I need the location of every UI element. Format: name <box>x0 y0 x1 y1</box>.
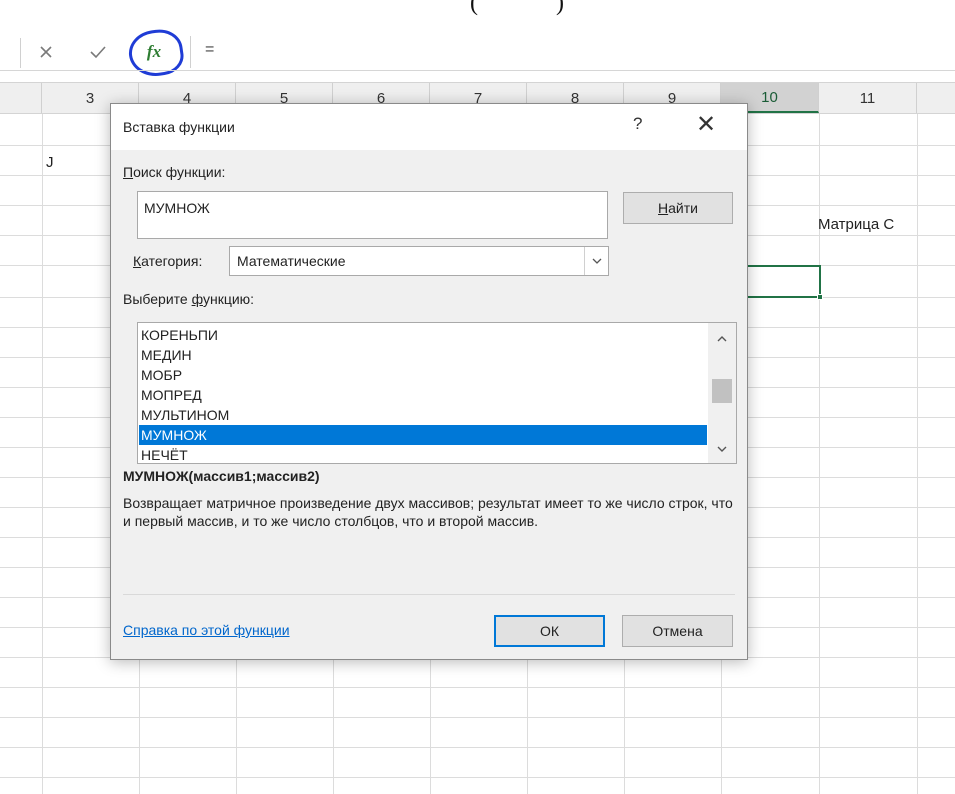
row-header-corner[interactable] <box>0 83 42 113</box>
chevron-down-icon[interactable] <box>584 247 608 275</box>
function-help-link[interactable]: Справка по этой функции <box>123 622 290 638</box>
function-list[interactable]: КОРЕНЬПИ МЕДИН МОБР МОПРЕД МУЛЬТИНОМ МУМ… <box>137 322 737 464</box>
formula-bar-border <box>0 70 955 71</box>
list-item[interactable]: МУЛЬТИНОМ <box>139 405 707 425</box>
list-scrollbar[interactable] <box>708 323 736 463</box>
category-select-value: Математические <box>237 253 346 269</box>
select-label-accel: ф <box>191 291 203 307</box>
category-label-accel: К <box>133 253 142 269</box>
grid-line <box>0 777 955 778</box>
fill-handle[interactable] <box>817 294 823 300</box>
formula-bar-separator <box>20 38 21 68</box>
chevron-down-icon[interactable] <box>708 437 736 461</box>
close-button[interactable]: ✕ <box>696 110 716 139</box>
list-item-selected[interactable]: МУМНОЖ <box>139 425 707 445</box>
cell-label-j: J <box>46 154 54 171</box>
category-select[interactable]: Математические <box>229 246 609 276</box>
grid-line <box>917 114 918 794</box>
function-description: Возвращает матричное произведение двух м… <box>123 495 733 529</box>
select-label-text-rest: ункцию: <box>202 291 255 307</box>
formula-bar: fx = <box>0 26 955 80</box>
list-item[interactable]: НЕЧЁТ <box>139 445 707 463</box>
caption-fragment: ( ) <box>470 0 564 16</box>
grid-line <box>0 747 955 748</box>
find-button[interactable]: Найти <box>623 192 733 224</box>
cell-matrix-c: Матрица С <box>818 216 895 233</box>
search-label-text: оиск функции: <box>133 164 226 180</box>
cancel-button[interactable]: Отмена <box>622 615 733 647</box>
fx-icon: fx <box>146 42 162 61</box>
chevron-up-icon[interactable] <box>708 327 736 351</box>
find-button-text: айти <box>668 200 698 216</box>
cancel-formula-button[interactable] <box>32 38 60 66</box>
search-input-value: МУМНОЖ <box>144 200 210 216</box>
category-label: Категория: <box>133 253 202 269</box>
insert-function-button[interactable]: fx <box>140 38 168 66</box>
list-item[interactable]: МОПРЕД <box>139 385 707 405</box>
scrollbar-thumb[interactable] <box>712 379 732 403</box>
insert-function-dialog: Вставка функции ? ✕ Поиск функции: МУМНО… <box>110 103 748 660</box>
category-label-text: атегория: <box>141 253 203 269</box>
grid-line <box>0 717 955 718</box>
function-signature: МУМНОЖ(массив1;массив2) <box>123 468 320 484</box>
find-button-accel: Н <box>658 200 669 216</box>
search-label-accel: П <box>123 164 134 180</box>
grid-line <box>0 687 955 688</box>
list-item[interactable]: МЕДИН <box>139 345 707 365</box>
enter-formula-button[interactable] <box>84 38 112 66</box>
help-button[interactable]: ? <box>633 114 642 134</box>
formula-content[interactable]: = <box>205 41 214 59</box>
close-icon <box>40 46 52 58</box>
formula-bar-separator <box>190 36 191 68</box>
list-item[interactable]: КОРЕНЬПИ <box>139 325 707 345</box>
select-label-text: Выберите <box>123 291 192 307</box>
list-item[interactable]: МОБР <box>139 365 707 385</box>
column-header[interactable]: 11 <box>819 83 917 113</box>
divider <box>123 594 735 595</box>
dialog-titlebar[interactable]: Вставка функции ? ✕ <box>111 104 747 150</box>
check-icon <box>90 46 106 59</box>
grid-line <box>42 114 43 794</box>
search-label: Поиск функции: <box>123 164 225 180</box>
search-input[interactable]: МУМНОЖ <box>137 191 608 239</box>
dialog-title: Вставка функции <box>123 119 235 135</box>
ok-button[interactable]: ОК <box>494 615 605 647</box>
select-function-label: Выберите функцию: <box>123 291 254 307</box>
